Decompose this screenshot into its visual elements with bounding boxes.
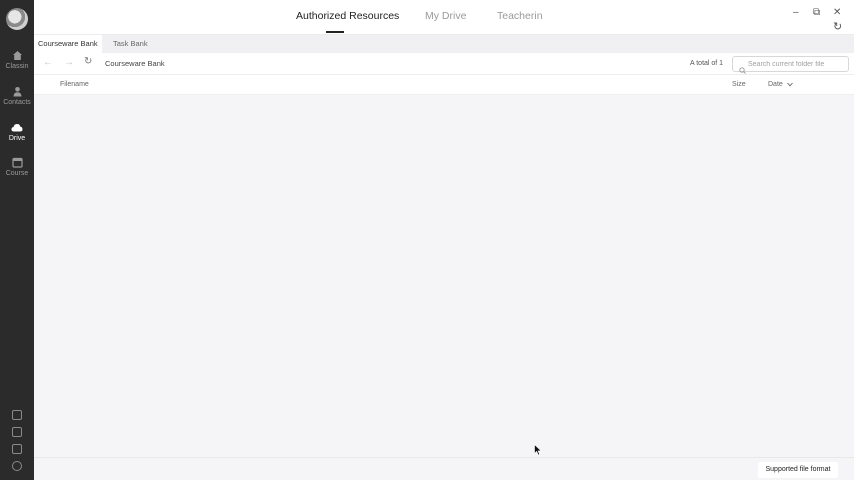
refresh-window-button[interactable]: ↻ [833, 22, 842, 33]
column-header: Filename Size Date [34, 75, 854, 95]
tab-authorized-resources[interactable]: Authorized Resources [296, 10, 399, 22]
message-icon[interactable] [12, 444, 22, 454]
sidebar-item-label: Classin [5, 63, 29, 70]
top-bar: Authorized Resources My Drive Teacherin … [34, 0, 854, 35]
tab-my-drive[interactable]: My Drive [425, 10, 466, 22]
app-window: Classin Contacts Drive Course Authorized [0, 0, 854, 480]
footer: Supported file format [34, 457, 854, 480]
person-icon [11, 85, 23, 97]
tab-teacherin[interactable]: Teacherin [497, 10, 543, 22]
sub-tabs: Courseware Bank Task Bank [34, 35, 854, 53]
close-button[interactable]: ✕ [833, 8, 841, 18]
sidebar-item-classin[interactable]: Classin [0, 48, 34, 82]
sidebar-item-course[interactable]: Course [0, 155, 34, 189]
refresh-icon[interactable]: ↻ [84, 57, 92, 67]
column-date[interactable]: Date [768, 81, 783, 88]
sidebar-item-label: Contacts [3, 99, 31, 106]
subtab-courseware-bank[interactable]: Courseware Bank [34, 35, 102, 53]
toolbar: ← → ↻ Courseware Bank A total of 1 [34, 53, 854, 75]
avatar[interactable] [6, 8, 28, 30]
calendar-icon [11, 156, 23, 168]
mouse-cursor-icon [534, 443, 542, 461]
minimize-button[interactable]: – [793, 8, 799, 18]
back-arrow-icon[interactable]: ← [43, 58, 53, 68]
search-box[interactable] [732, 56, 849, 74]
sidebar-item-label: Course [5, 170, 29, 177]
forward-arrow-icon[interactable]: → [64, 58, 74, 68]
sidebar-item-drive[interactable]: Drive [0, 120, 34, 154]
search-input[interactable] [748, 58, 846, 70]
supported-file-format-button[interactable]: Supported file format [758, 462, 838, 478]
home-icon [11, 49, 23, 61]
play-icon[interactable] [12, 461, 22, 471]
sidebar-item-contacts[interactable]: Contacts [0, 84, 34, 118]
active-tab-indicator [326, 31, 344, 33]
edit-icon[interactable] [12, 427, 22, 437]
item-count: A total of 1 [690, 60, 724, 67]
column-size[interactable]: Size [732, 81, 746, 88]
restore-button[interactable]: ⧉ [813, 8, 820, 18]
chevron-down-icon[interactable] [787, 82, 793, 89]
folder-icon[interactable] [12, 410, 22, 420]
breadcrumb: Courseware Bank [105, 59, 165, 68]
file-list [34, 95, 854, 457]
cloud-icon [11, 121, 23, 133]
sidebar: Classin Contacts Drive Course [0, 0, 34, 480]
sidebar-item-label: Drive [8, 135, 26, 142]
subtab-task-bank[interactable]: Task Bank [109, 35, 152, 53]
column-filename[interactable]: Filename [60, 81, 89, 88]
